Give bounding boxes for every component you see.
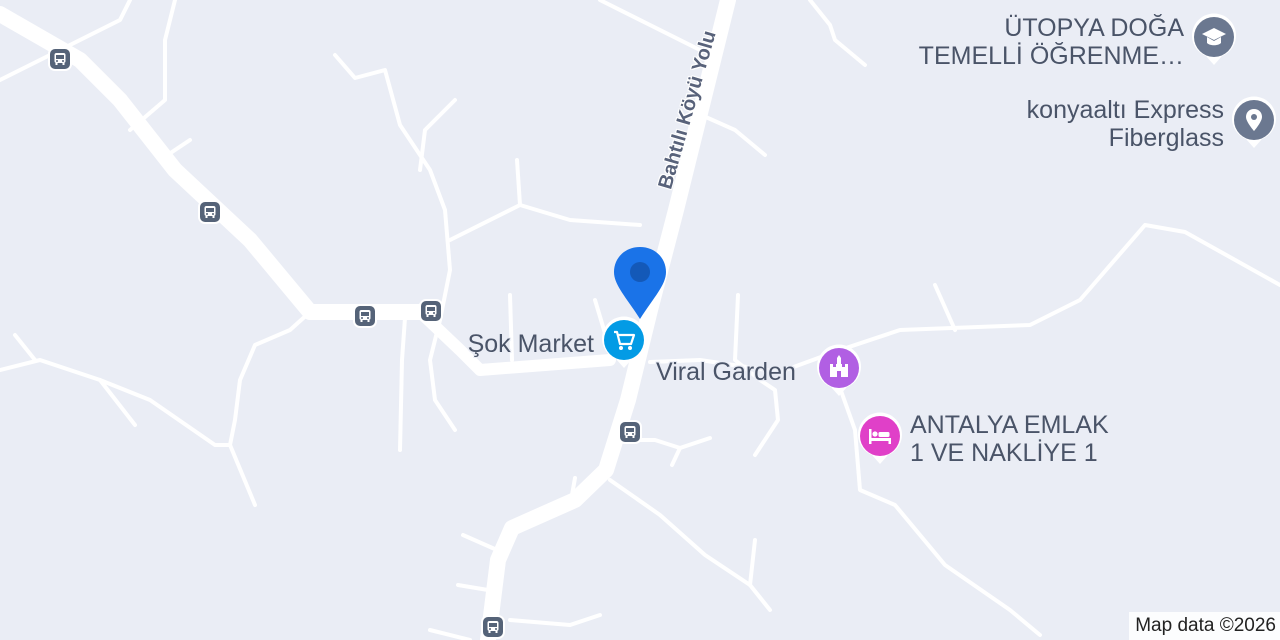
- place-name-line: 1 VE NAKLİYE 1: [910, 439, 1098, 467]
- place-label-sok-market[interactable]: Şok Market: [468, 330, 594, 358]
- place-name-line: TEMELLİ ÖĞRENME…: [918, 42, 1184, 70]
- graduation-cap-icon[interactable]: [1190, 13, 1238, 69]
- map-canvas[interactable]: Bahtılı Köyü Yolu Şok Market Viral Garde…: [0, 0, 1280, 640]
- place-name-line: Fiberglass: [1108, 124, 1224, 152]
- map-attribution[interactable]: Map data ©2026: [1129, 612, 1280, 640]
- bed-icon[interactable]: [856, 412, 904, 468]
- place-name-line: ÜTOPYA DOĞA: [1004, 14, 1184, 42]
- place-label-viral-garden[interactable]: Viral Garden: [656, 358, 796, 386]
- place-name-line: ANTALYA EMLAK: [910, 411, 1109, 439]
- place-name-line: Viral Garden: [656, 358, 796, 386]
- place-name-line: Şok Market: [467, 330, 594, 358]
- castle-icon[interactable]: [815, 344, 863, 400]
- bus-stop-icon[interactable]: [198, 200, 222, 224]
- bus-stop-icon[interactable]: [618, 420, 642, 444]
- place-label-antalya-emlak[interactable]: ANTALYA EMLAK 1 VE NAKLİYE 1: [910, 411, 1109, 467]
- bus-stop-icon[interactable]: [48, 47, 72, 71]
- bus-stop-icon[interactable]: [481, 615, 505, 639]
- place-icon[interactable]: [1230, 96, 1278, 152]
- bus-stop-icon[interactable]: [419, 299, 443, 323]
- place-label-konyaalti[interactable]: konyaaltı Express Fiberglass: [1027, 96, 1224, 152]
- bus-stop-icon[interactable]: [353, 304, 377, 328]
- location-pin-icon[interactable]: [612, 245, 668, 321]
- shopping-cart-icon[interactable]: [600, 316, 648, 372]
- place-label-utopya[interactable]: ÜTOPYA DOĞA TEMELLİ ÖĞRENME…: [919, 14, 1184, 70]
- place-name-line: konyaaltı Express: [1026, 96, 1224, 124]
